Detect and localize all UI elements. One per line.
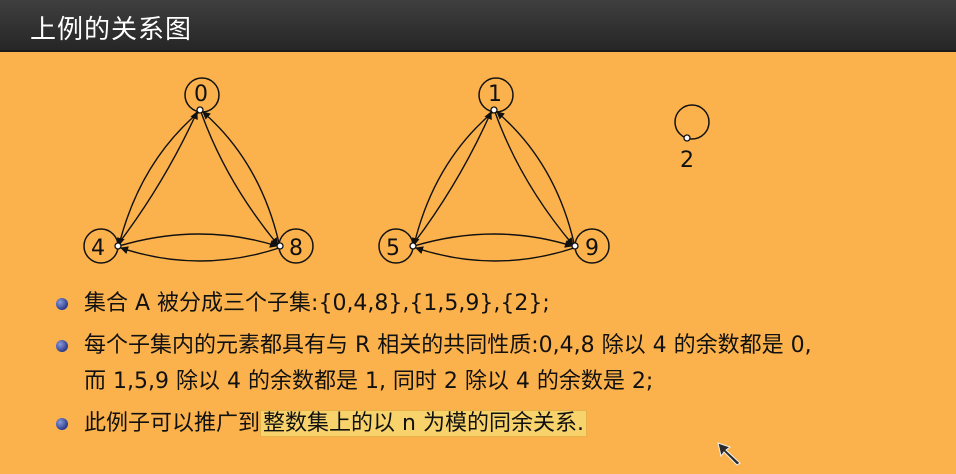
node-label-9: 9 xyxy=(585,236,599,261)
edge-1-9 xyxy=(494,111,574,246)
arrow-cursor-icon xyxy=(717,442,741,466)
node-label-0: 0 xyxy=(194,82,208,107)
edge-5-9 xyxy=(413,233,573,248)
bullet-icon xyxy=(56,418,68,430)
bullet-text-3-prefix: 此例子可以推广到 xyxy=(84,411,261,436)
bullet-list: 集合 A 被分成三个子集:{0,4,8},{1,5,9},{2}; 每个子集内的… xyxy=(56,286,946,448)
highlighted-text: 整数集上的以 n 为模的同余关系. xyxy=(260,410,587,437)
node-label-5: 5 xyxy=(386,236,400,261)
edge-4-8 xyxy=(118,233,278,248)
cluster-2: 2 xyxy=(674,104,710,173)
bullet-icon xyxy=(56,298,68,310)
edge-0-8 xyxy=(200,111,279,246)
page-title: 上例的关系图 xyxy=(30,15,193,45)
node-label-4: 4 xyxy=(91,236,105,261)
node-label-8: 8 xyxy=(289,236,303,261)
edge-9-5 xyxy=(415,246,575,262)
bullet-text-1: 集合 A 被分成三个子集:{0,4,8},{1,5,9},{2}; xyxy=(84,291,550,316)
edge-5-1 xyxy=(413,111,492,244)
cluster-048: 0 4 8 xyxy=(83,77,314,264)
loop-2 xyxy=(674,104,710,140)
bullet-icon xyxy=(56,340,68,352)
relation-diagram: 0 4 8 1 5 9 2 xyxy=(83,77,710,264)
title-bar: 上例的关系图 xyxy=(0,0,956,52)
edge-8-4 xyxy=(120,246,280,262)
bullet-item-3: 此例子可以推广到 整数集上的以 n 为模的同余关系. xyxy=(56,406,946,442)
bullet-text-2-line1: 每个子集内的元素都具有与 R 相关的共同性质:0,4,8 除以 4 的余数都是 … xyxy=(84,333,812,358)
bullet-text-2-line2: 而 1,5,9 除以 4 的余数都是 1, 同时 2 除以 4 的余数是 2; xyxy=(84,369,654,394)
node-label-2: 2 xyxy=(680,148,694,173)
bullet-item-2: 每个子集内的元素都具有与 R 相关的共同性质:0,4,8 除以 4 的余数都是 … xyxy=(56,328,946,400)
cluster-159: 1 5 9 xyxy=(378,77,610,264)
edge-9-1 xyxy=(496,111,575,244)
edge-4-0 xyxy=(118,111,198,244)
bullet-item-1: 集合 A 被分成三个子集:{0,4,8},{1,5,9},{2}; xyxy=(56,286,946,322)
edge-8-0 xyxy=(202,111,280,244)
node-label-1: 1 xyxy=(488,82,502,107)
